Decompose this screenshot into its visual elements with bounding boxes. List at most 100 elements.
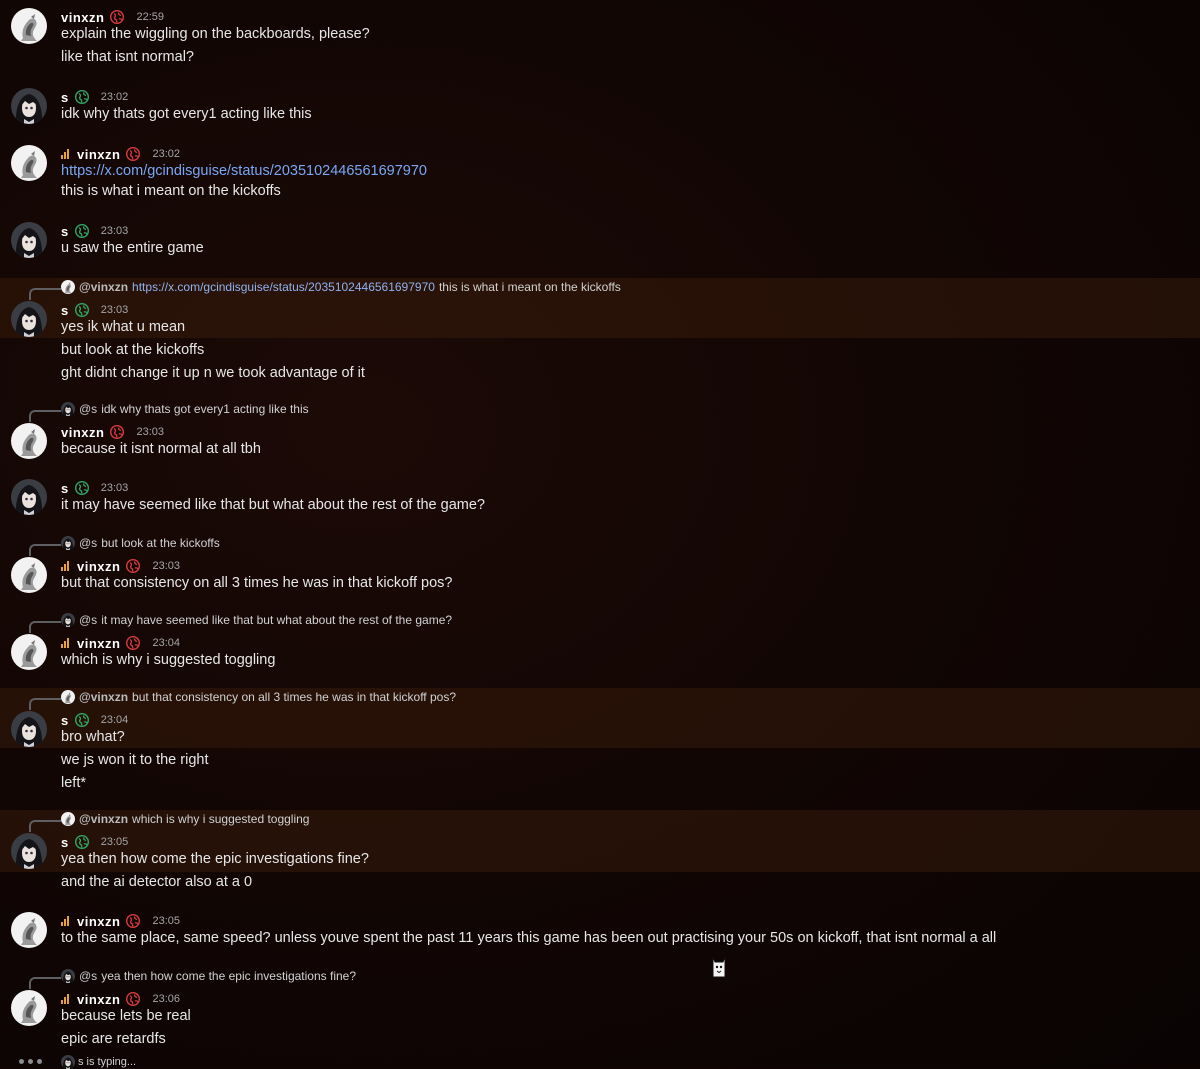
timestamp[interactable]: 23:04: [101, 714, 129, 726]
timestamp[interactable]: 23:02: [152, 148, 180, 160]
timestamp[interactable]: 23:02: [101, 91, 129, 103]
message: @s it may have seemed like that but what …: [0, 611, 1200, 675]
globe-icon: [75, 835, 89, 849]
cat-sticker-icon: [712, 956, 726, 978]
reply-text[interactable]: this is what i meant on the kickoffs: [439, 280, 621, 294]
message-header: vinxzn 23:02: [61, 145, 180, 163]
message-header: vinxzn 23:06: [61, 990, 180, 1008]
avatar[interactable]: [11, 479, 47, 515]
reply-author[interactable]: @vinxzn: [79, 690, 128, 704]
avatar: [61, 536, 75, 550]
reply-author[interactable]: @s: [79, 402, 97, 416]
avatar[interactable]: [11, 634, 47, 670]
reply-preview[interactable]: @vinxzn which is why i suggested toggling: [61, 811, 309, 827]
avatar[interactable]: [11, 833, 47, 869]
reply-preview[interactable]: @vinxzn but that consistency on all 3 tim…: [61, 689, 456, 705]
avatar[interactable]: [11, 912, 47, 948]
message-text: it may have seemed like that but what ab…: [61, 497, 485, 513]
avatar: [61, 402, 75, 416]
timestamp[interactable]: 23:04: [152, 637, 180, 649]
typing-label: s is typing...: [61, 1055, 136, 1069]
reply-spine: [29, 410, 61, 422]
avatar[interactable]: [11, 711, 47, 747]
globe-icon: [126, 636, 140, 650]
avatar[interactable]: [11, 8, 47, 44]
username[interactable]: s: [61, 303, 69, 318]
timestamp[interactable]: 23:03: [101, 482, 129, 494]
timestamp[interactable]: 23:03: [152, 560, 180, 572]
message-header: vinxzn 22:59: [61, 8, 164, 26]
reply-author[interactable]: @vinxzn: [79, 280, 128, 294]
reply-preview[interactable]: @s it may have seemed like that but what …: [61, 612, 452, 628]
reply-spine: [29, 621, 61, 633]
reply-preview[interactable]: @s but look at the kickoffs: [61, 535, 220, 551]
reply-text[interactable]: it may have seemed like that but what ab…: [101, 613, 452, 627]
username[interactable]: vinxzn: [61, 425, 104, 440]
message-text: which is why i suggested toggling: [61, 652, 276, 668]
message-text: to the same place, same speed? unless yo…: [61, 930, 997, 946]
avatar[interactable]: [11, 301, 47, 337]
reply-text[interactable]: yea then how come the epic investigation…: [101, 969, 356, 983]
reply-author[interactable]: @vinxzn: [79, 812, 128, 826]
timestamp[interactable]: 23:05: [152, 915, 180, 927]
username[interactable]: vinxzn: [61, 10, 104, 25]
message: @s yea then how come the epic investigati…: [0, 967, 1200, 1054]
reply-text[interactable]: which is why i suggested toggling: [132, 812, 309, 826]
message: vinxzn 23:02 https://x.com/gcindisguise/st…: [0, 143, 1200, 206]
message: @vinxzn https://x.com/gcindisguise/status…: [0, 278, 1200, 388]
typing-dots-icon: [19, 1059, 42, 1064]
timestamp[interactable]: 23:05: [101, 836, 129, 848]
username[interactable]: vinxzn: [77, 147, 120, 162]
timestamp[interactable]: 23:03: [101, 304, 129, 316]
timestamp[interactable]: 23:06: [152, 993, 180, 1005]
timestamp[interactable]: 23:03: [136, 426, 164, 438]
timestamp[interactable]: 22:59: [136, 11, 164, 23]
avatar[interactable]: [11, 222, 47, 258]
message-text: bro what?: [61, 729, 125, 745]
message-text: yes ik what u mean: [61, 319, 186, 335]
avatar: [61, 1055, 75, 1069]
reply-link[interactable]: https://x.com/gcindisguise/status/203510…: [132, 280, 435, 294]
reply-spine: [29, 288, 61, 300]
message-text: this is what i meant on the kickoffs: [61, 183, 281, 199]
avatar: [61, 280, 75, 294]
timestamp[interactable]: 23:03: [101, 225, 129, 237]
username[interactable]: s: [61, 481, 69, 496]
message-text: left*: [61, 775, 86, 791]
message-text: explain the wiggling on the backboards, …: [61, 26, 370, 42]
username[interactable]: vinxzn: [77, 914, 120, 929]
username[interactable]: s: [61, 713, 69, 728]
reply-author[interactable]: @s: [79, 536, 97, 550]
avatar[interactable]: [11, 88, 47, 124]
avatar[interactable]: [11, 990, 47, 1026]
reply-text[interactable]: but look at the kickoffs: [101, 536, 220, 550]
message-text: ght didnt change it up n we took advanta…: [61, 365, 365, 381]
message: @vinxzn which is why i suggested toggling…: [0, 810, 1200, 897]
globe-icon: [75, 481, 89, 495]
reply-preview[interactable]: @s idk why thats got every1 acting like t…: [61, 401, 309, 417]
message-link[interactable]: https://x.com/gcindisguise/status/203510…: [61, 163, 427, 179]
reply-preview[interactable]: @s yea then how come the epic investigati…: [61, 968, 356, 984]
message: @s but look at the kickoffs vinxzn 23:03 but…: [0, 534, 1200, 598]
reply-preview[interactable]: @vinxzn https://x.com/gcindisguise/status…: [61, 279, 621, 295]
message-header: s 23:04: [61, 711, 128, 729]
username[interactable]: s: [61, 835, 69, 850]
username[interactable]: vinxzn: [77, 636, 120, 651]
chat-log: vinxzn 22:59 explain the wiggling on the b…: [0, 0, 1200, 1068]
reply-text[interactable]: but that consistency on all 3 times he w…: [132, 690, 456, 704]
username[interactable]: vinxzn: [77, 992, 120, 1007]
avatar[interactable]: [11, 145, 47, 181]
username[interactable]: vinxzn: [77, 559, 120, 574]
reply-author[interactable]: @s: [79, 613, 97, 627]
username[interactable]: s: [61, 224, 69, 239]
reply-text[interactable]: idk why thats got every1 acting like thi…: [101, 402, 308, 416]
message-text: u saw the entire game: [61, 240, 204, 256]
username[interactable]: s: [61, 90, 69, 105]
avatar[interactable]: [11, 557, 47, 593]
avatar[interactable]: [11, 423, 47, 459]
signal-icon: [61, 916, 69, 926]
globe-icon: [75, 90, 89, 104]
message-header: s 23:03: [61, 301, 128, 319]
reply-author[interactable]: @s: [79, 969, 97, 983]
message-text: idk why thats got every1 acting like thi…: [61, 106, 312, 122]
